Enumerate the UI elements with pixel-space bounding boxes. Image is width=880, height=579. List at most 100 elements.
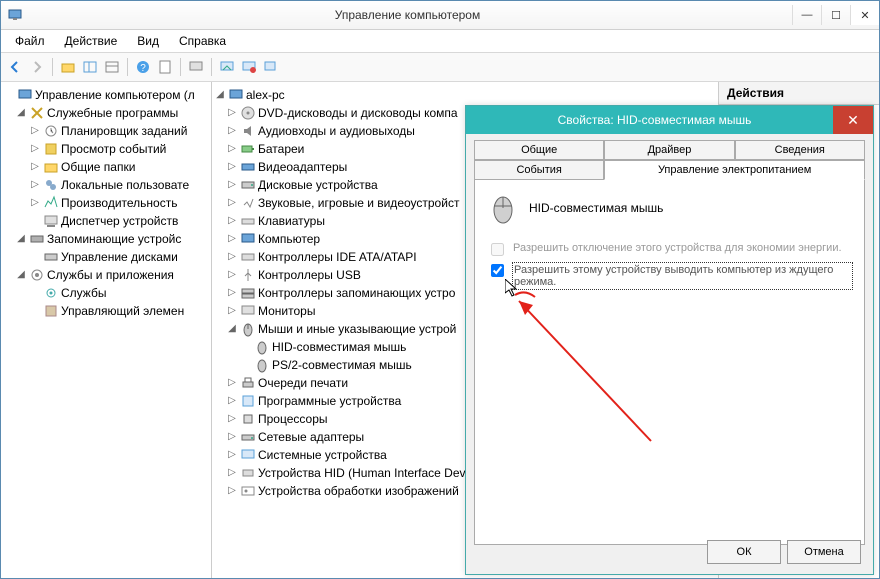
refresh-icon[interactable] [239,57,259,77]
tab-general[interactable]: Общие [474,140,604,160]
tree-root-pc[interactable]: ◢alex-pc [212,86,718,104]
back-icon[interactable] [5,57,25,77]
tree-item[interactable]: ▷Планировщик заданий [1,122,211,140]
tree-label: Программные устройства [258,392,401,410]
tree-label: Контроллеры запоминающих устро [258,284,455,302]
device-icon [240,285,256,301]
scan-icon[interactable] [217,57,237,77]
tree-devmgr[interactable]: Диспетчер устройств [1,212,211,230]
device-icon [240,393,256,409]
device-icon [240,213,256,229]
tree-label: Мыши и иные указывающие устрой [258,320,456,338]
tree-label: alex-pc [246,86,285,104]
tree-item[interactable]: ▷Просмотр событий [1,140,211,158]
device-icon [240,375,256,391]
tree-label: HID-совместимая мышь [272,338,406,356]
actions-header: Действия [719,82,879,105]
ok-button[interactable]: ОК [707,540,781,564]
tab-row-1: Общие Драйвер Сведения [474,140,865,160]
nav-tree[interactable]: Управление компьютером (л ◢Служебные про… [1,82,211,324]
tree-label: DVD-дисководы и дисководы компа [258,104,458,122]
tree-item[interactable]: ▷Производительность [1,194,211,212]
folder-icon [43,159,59,175]
menu-action[interactable]: Действие [55,32,128,50]
device-icon [240,483,256,499]
nav-tree-panel: Управление компьютером (л ◢Служебные про… [1,82,212,579]
dialog-body: Общие Драйвер Сведения События Управлени… [466,134,873,574]
folder-icon[interactable] [58,57,78,77]
find-icon[interactable] [261,57,281,77]
tab-driver[interactable]: Драйвер [604,140,734,160]
device-icon [240,465,256,481]
tree-label: Видеоадаптеры [258,158,347,176]
event-icon [43,141,59,157]
device-icon [240,105,256,121]
tree-label: Очереди печати [258,374,348,392]
tree-item[interactable]: Управляющий элемен [1,302,211,320]
perf-icon [43,195,59,211]
device-icon [240,267,256,283]
tree-label: Дисковые устройства [258,176,378,194]
gear-icon [43,285,59,301]
tab-row-2: События Управление электропитанием [474,160,865,180]
close-button[interactable]: ✕ [850,5,879,25]
cancel-button[interactable]: Отмена [787,540,861,564]
tree-label: Производительность [61,194,177,212]
tree-label: Клавиатуры [258,212,325,230]
tree-label: Контроллеры USB [258,266,361,284]
allow-wake-checkbox[interactable] [491,264,504,277]
tree-label: Контроллеры IDE ATA/ATAPI [258,248,417,266]
tree-label: Локальные пользовате [61,176,189,194]
tree-label: Служебные программы [47,104,178,122]
tree-root[interactable]: Управление компьютером (л [1,86,211,104]
tree-item[interactable]: ▷Общие папки [1,158,211,176]
tree-label: Батареи [258,140,304,158]
menu-help[interactable]: Справка [169,32,236,50]
panel-icon[interactable] [80,57,100,77]
tab-power[interactable]: Управление электропитанием [604,160,865,180]
disk-icon [43,249,59,265]
list-icon[interactable] [102,57,122,77]
tree-item[interactable]: Управление дисками [1,248,211,266]
allow-wake-label[interactable]: Разрешить этому устройству выводить комп… [513,263,852,289]
allow-turnoff-row: Разрешить отключение этого устройства дл… [487,242,852,259]
help-icon[interactable]: ? [133,57,153,77]
tree-label: Звуковые, игровые и видеоустройст [258,194,459,212]
device-icon [240,429,256,445]
tree-label: Службы и приложения [47,266,174,284]
tab-details[interactable]: Сведения [735,140,865,160]
tab-events[interactable]: События [474,160,604,180]
device-icon [240,411,256,427]
maximize-button[interactable]: ☐ [821,5,850,25]
tree-item[interactable]: ▷Локальные пользовате [1,176,211,194]
allow-turnoff-checkbox [491,243,504,256]
tree-label: Аудиовходы и аудиовыходы [258,122,415,140]
window-title: Управление компьютером [23,8,792,22]
monitor-icon[interactable] [186,57,206,77]
tree-label: Устройства HID (Human Interface Dev [258,464,466,482]
device-header: HID-совместимая мышь [487,192,852,224]
wmi-icon [43,303,59,319]
tree-label: Службы [61,284,106,302]
menu-view[interactable]: Вид [127,32,169,50]
titlebar: Управление компьютером — ☐ ✕ [1,1,879,30]
computer-icon [228,87,244,103]
device-icon [240,141,256,157]
allow-turnoff-label: Разрешить отключение этого устройства дл… [513,242,842,254]
tree-label: Компьютер [258,230,320,248]
prop-icon[interactable] [155,57,175,77]
tree-label: Запоминающие устройс [47,230,181,248]
minimize-button[interactable]: — [792,5,821,25]
menu-file[interactable]: Файл [5,32,55,50]
tab-content: HID-совместимая мышь Разрешить отключени… [474,180,865,545]
device-icon [240,231,256,247]
tree-systools[interactable]: ◢Служебные программы [1,104,211,122]
forward-icon[interactable] [27,57,47,77]
app-icon [7,7,23,23]
tree-services[interactable]: ◢Службы и приложения [1,266,211,284]
tree-item[interactable]: Службы [1,284,211,302]
dialog-close-button[interactable]: ✕ [833,106,873,134]
tree-storage[interactable]: ◢Запоминающие устройс [1,230,211,248]
toolbar: ? [1,53,879,82]
mouse-icon [240,321,256,337]
